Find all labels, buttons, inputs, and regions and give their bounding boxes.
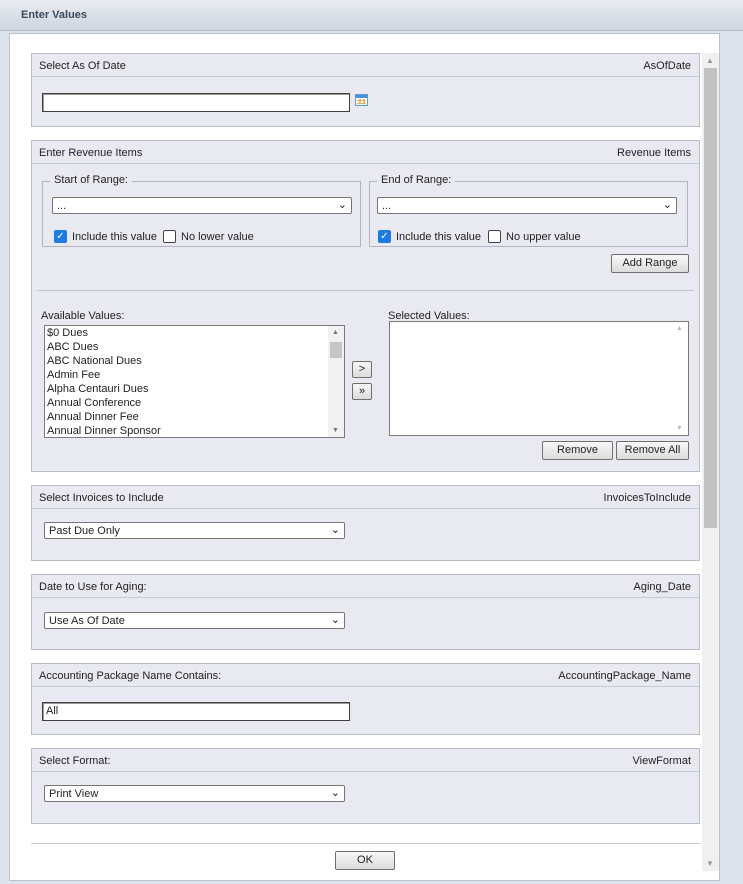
move-all-button[interactable]: » [352, 383, 372, 400]
available-values-label: Available Values: [41, 310, 125, 322]
scroll-down-icon[interactable]: ▼ [332, 427, 339, 434]
panel-param-name: AsOfDate [643, 60, 691, 72]
list-item[interactable]: Alpha Centauri Dues [45, 382, 344, 396]
chevron-down-icon: ⌄ [662, 199, 672, 211]
panel-param-name: Aging_Date [633, 581, 692, 593]
no-upper-value-label: No upper value [506, 231, 581, 243]
start-of-range-group: Start of Range: ... ⌄ ✓ Include this val… [42, 174, 361, 247]
panel-header: Select As Of Date AsOfDate [32, 54, 699, 77]
scroll-down-icon[interactable]: ▼ [676, 425, 683, 432]
chevron-down-icon: ⌄ [330, 524, 340, 536]
move-selected-button[interactable]: > [352, 361, 372, 378]
panel-title: Date to Use for Aging: [39, 581, 147, 593]
chevron-down-icon: ⌄ [337, 199, 347, 211]
panel-title: Enter Revenue Items [39, 147, 143, 159]
panel-header: Select Invoices to Include InvoicesToInc… [32, 486, 699, 509]
panel-header: Select Format: ViewFormat [32, 749, 699, 772]
list-item[interactable]: ABC National Dues [45, 354, 344, 368]
list-scrollbar[interactable]: ▲ ▼ [672, 322, 688, 435]
panel-param-name: Revenue Items [617, 147, 691, 159]
footer-divider [31, 843, 700, 844]
scroll-up-icon[interactable]: ▲ [676, 325, 683, 332]
end-of-range-group: End of Range: ... ⌄ ✓ Include this value… [369, 174, 688, 247]
invoices-selected-value: Past Due Only [49, 525, 120, 537]
as-of-date-input[interactable] [42, 93, 350, 112]
panel-param-name: AccountingPackage_Name [558, 670, 691, 682]
chevron-down-icon: ⌄ [330, 787, 340, 799]
chevron-down-icon: ⌄ [330, 614, 340, 626]
list-item[interactable]: ABC Dues [45, 340, 344, 354]
accounting-package-input[interactable]: All [42, 702, 350, 721]
no-upper-value-checkbox[interactable] [488, 230, 501, 243]
panel-header: Date to Use for Aging: Aging_Date [32, 575, 699, 598]
panel-title: Select As Of Date [39, 60, 126, 72]
calendar-icon[interactable] [355, 94, 368, 106]
list-item[interactable]: Annual Conference [45, 396, 344, 410]
aging-date-panel: Date to Use for Aging: Aging_Date Use As… [31, 574, 700, 650]
start-include-label: Include this value [72, 231, 157, 243]
view-format-panel: Select Format: ViewFormat Print View ⌄ [31, 748, 700, 824]
start-of-range-select[interactable]: ... ⌄ [52, 197, 352, 214]
start-of-range-legend: Start of Range: [50, 174, 132, 186]
available-values-list[interactable]: $0 Dues ABC Dues ABC National Dues Admin Fe… [44, 325, 345, 438]
selected-values-list[interactable]: ▲ ▼ [389, 321, 689, 436]
list-item[interactable]: Admin Fee [45, 368, 344, 382]
invoices-select[interactable]: Past Due Only ⌄ [44, 522, 345, 539]
scroll-up-icon[interactable]: ▲ [332, 329, 339, 336]
revenue-items-panel: Enter Revenue Items Revenue Items Start … [31, 140, 700, 472]
as-of-date-panel: Select As Of Date AsOfDate [31, 53, 700, 127]
panel-title: Select Format: [39, 755, 111, 767]
add-range-button[interactable]: Add Range [611, 254, 689, 273]
list-item[interactable]: $0 Dues [45, 326, 344, 340]
remove-button[interactable]: Remove [542, 441, 613, 460]
no-lower-value-checkbox[interactable] [163, 230, 176, 243]
vertical-scrollbar[interactable]: ▲ ▼ [702, 53, 719, 871]
list-item[interactable]: Annual Dinner Sponsor [45, 424, 344, 437]
dialog-titlebar: Enter Values [0, 0, 743, 31]
panel-title: Select Invoices to Include [39, 492, 164, 504]
list-scrollbar-thumb[interactable] [330, 342, 342, 358]
aging-selected-value: Use As Of Date [49, 615, 125, 627]
view-format-select[interactable]: Print View ⌄ [44, 785, 345, 802]
list-scrollbar[interactable]: ▲ ▼ [328, 326, 344, 437]
list-item[interactable]: Annual Dinner Fee [45, 410, 344, 424]
end-of-range-select[interactable]: ... ⌄ [377, 197, 677, 214]
no-lower-value-label: No lower value [181, 231, 254, 243]
scrollbar-thumb[interactable] [704, 68, 717, 528]
accounting-package-panel: Accounting Package Name Contains: Accoun… [31, 663, 700, 735]
panel-param-name: ViewFormat [632, 755, 691, 767]
end-of-range-legend: End of Range: [377, 174, 456, 186]
panel-header: Enter Revenue Items Revenue Items [32, 141, 699, 164]
ok-button[interactable]: OK [335, 851, 395, 870]
end-include-label: Include this value [396, 231, 481, 243]
panel-header: Accounting Package Name Contains: Accoun… [32, 664, 699, 687]
remove-all-button[interactable]: Remove All [616, 441, 689, 460]
panel-title: Accounting Package Name Contains: [39, 670, 222, 682]
start-include-checkbox[interactable]: ✓ [54, 230, 67, 243]
scroll-down-icon[interactable]: ▼ [706, 859, 714, 868]
end-of-range-value: ... [382, 200, 392, 212]
dialog-title: Enter Values [21, 9, 88, 21]
panel-param-name: InvoicesToInclude [603, 492, 691, 504]
start-of-range-value: ... [57, 200, 67, 212]
aging-date-select[interactable]: Use As Of Date ⌄ [44, 612, 345, 629]
view-format-selected-value: Print View [49, 788, 99, 800]
end-include-checkbox[interactable]: ✓ [378, 230, 391, 243]
scroll-up-icon[interactable]: ▲ [706, 56, 714, 65]
divider [37, 290, 694, 291]
invoices-panel: Select Invoices to Include InvoicesToInc… [31, 485, 700, 561]
